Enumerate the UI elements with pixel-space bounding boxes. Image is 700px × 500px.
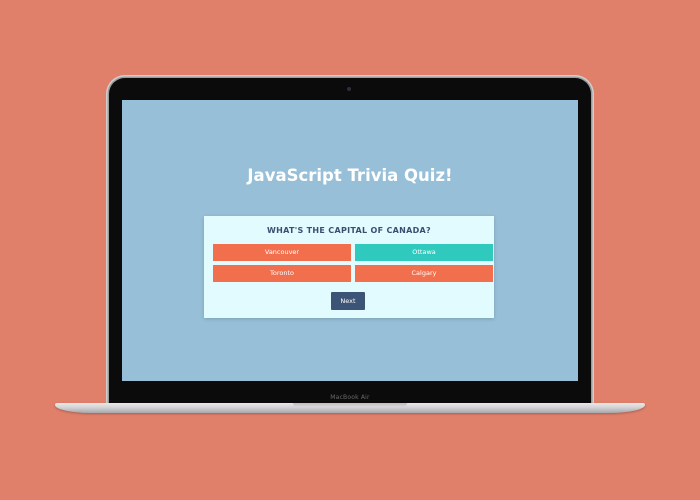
- webcam-icon: [347, 87, 351, 91]
- device-model-label: MacBook Air: [330, 394, 370, 401]
- laptop-lid: JavaScript Trivia Quiz! WHAT'S THE CAPIT…: [109, 78, 591, 407]
- answer-button-calgary[interactable]: Calgary: [355, 265, 493, 282]
- laptop-screen: JavaScript Trivia Quiz! WHAT'S THE CAPIT…: [122, 100, 578, 381]
- answer-button-vancouver[interactable]: Vancouver: [213, 244, 351, 261]
- answer-button-ottawa[interactable]: Ottawa: [355, 244, 493, 261]
- question-text: WHAT'S THE CAPITAL OF CANADA?: [267, 226, 431, 235]
- laptop-hinge-notch: [293, 403, 407, 407]
- answer-button-toronto[interactable]: Toronto: [213, 265, 351, 282]
- laptop-base: [55, 403, 645, 413]
- quiz-card: WHAT'S THE CAPITAL OF CANADA? Vancouver …: [204, 216, 494, 318]
- next-button[interactable]: Next: [331, 292, 365, 310]
- quiz-title: JavaScript Trivia Quiz!: [247, 166, 453, 185]
